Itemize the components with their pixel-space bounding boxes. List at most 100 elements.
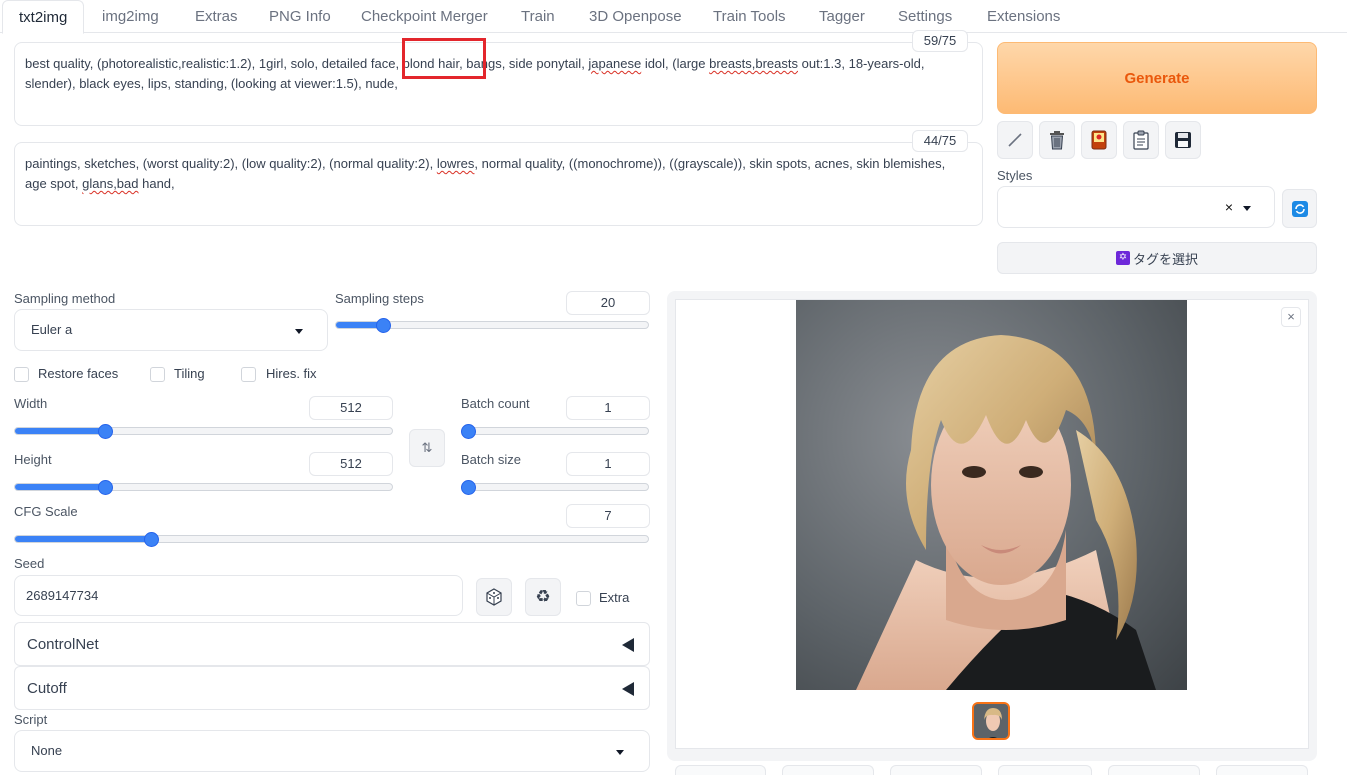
sampling-method-value: Euler a [31, 322, 73, 337]
cfg-scale-input[interactable]: 7 [566, 504, 650, 528]
thumbnail-image [974, 704, 1008, 738]
negative-prompt-textarea[interactable]: paintings, sketches, (worst quality:2), … [14, 142, 983, 226]
save-button[interactable] [782, 765, 874, 775]
hires-fix-checkbox[interactable] [241, 367, 256, 382]
negative-prompt-line-1: paintings, sketches, (worst quality:2), … [25, 156, 946, 171]
restore-faces-checkbox[interactable] [14, 367, 29, 382]
tag-select-label: タグを選択 [1132, 251, 1198, 267]
tab-train[interactable]: Train [521, 0, 555, 33]
slider-thumb[interactable] [144, 532, 160, 547]
read-params-button[interactable] [997, 121, 1033, 159]
batch-count-input[interactable]: 1 [566, 396, 650, 420]
tab-extras[interactable]: Extras [195, 0, 238, 33]
send-to-img2img-button[interactable] [998, 765, 1092, 775]
generated-image[interactable] [796, 300, 1187, 690]
hires-fix-label: Hires. fix [266, 366, 317, 381]
sampling-method-dropdown[interactable]: Euler a [14, 309, 328, 351]
slider-thumb[interactable] [97, 480, 113, 495]
restore-faces-label: Restore faces [38, 366, 119, 381]
slider-track [14, 427, 393, 435]
close-icon: × [1287, 309, 1295, 324]
sampling-steps-input[interactable]: 20 [566, 291, 650, 315]
slider-track [461, 427, 649, 435]
close-gallery-button[interactable]: × [1281, 307, 1301, 327]
chevron-down-icon [295, 329, 303, 334]
script-dropdown[interactable]: None [14, 730, 650, 772]
width-input[interactable]: 512 [309, 396, 393, 420]
refresh-styles-button[interactable] [1282, 189, 1317, 228]
batch-size-slider[interactable] [461, 480, 649, 495]
extra-seed-checkbox[interactable] [576, 591, 591, 606]
height-slider[interactable] [14, 480, 393, 495]
script-label: Script [14, 712, 48, 727]
gallery-thumbnail[interactable] [972, 702, 1010, 740]
diagonal-arrow-icon [1008, 133, 1022, 147]
height-label: Height [14, 452, 52, 467]
tab-settings[interactable]: Settings [898, 0, 952, 33]
tab-extensions[interactable]: Extensions [987, 0, 1060, 33]
controlnet-accordion[interactable]: ControlNet [14, 622, 650, 666]
seed-label: Seed [14, 556, 45, 571]
prompt-line-1: best quality, (photorealistic,realistic:… [25, 56, 925, 71]
tab-checkpoint-merger[interactable]: Checkpoint Merger [361, 0, 488, 33]
cutoff-accordion[interactable]: Cutoff [14, 666, 650, 710]
cfg-scale-slider[interactable] [14, 532, 649, 547]
slider-thumb[interactable] [461, 424, 476, 439]
tab-tagger[interactable]: Tagger [819, 0, 865, 33]
negative-prompt-token-counter: 44/75 [912, 130, 968, 152]
styles-label: Styles [997, 168, 1033, 183]
slider-track [14, 535, 649, 543]
width-slider[interactable] [14, 424, 393, 439]
tab-train-tools[interactable]: Train Tools [713, 0, 786, 33]
refresh-icon [1291, 200, 1308, 217]
sampling-steps-slider[interactable] [335, 318, 649, 333]
clear-prompt-button[interactable] [1039, 121, 1075, 159]
reuse-seed-button[interactable]: ♻ [525, 578, 561, 616]
prompt-textarea[interactable]: best quality, (photorealistic,realistic:… [14, 42, 983, 126]
seed-value: 2689147734 [26, 588, 99, 603]
slider-fill [15, 536, 153, 542]
folder-button[interactable] [675, 765, 766, 775]
send-to-extras-button[interactable] [1216, 765, 1308, 775]
chevron-down-icon [1243, 206, 1251, 211]
seed-input[interactable]: 2689147734 [14, 575, 463, 616]
sampling-steps-label: Sampling steps [335, 291, 424, 306]
clear-icon[interactable]: × [1220, 198, 1238, 216]
tab-3d-openpose[interactable]: 3D Openpose [589, 0, 682, 33]
tab-img2img[interactable]: img2img [102, 0, 159, 33]
tag-select-button[interactable]: ✡ タグを選択 [997, 242, 1317, 274]
swap-dimensions-button[interactable]: ⇅ [409, 429, 445, 467]
save-style-button[interactable] [1165, 121, 1201, 159]
chevron-down-icon [616, 750, 624, 755]
slider-fill [15, 428, 107, 434]
cutoff-title: Cutoff [27, 680, 67, 697]
trash-icon [1050, 131, 1064, 150]
random-seed-button[interactable] [476, 578, 512, 616]
slider-thumb[interactable] [461, 480, 476, 495]
collapse-triangle-icon [622, 682, 634, 696]
extra-seed-label: Extra [599, 590, 630, 605]
swap-arrows-icon: ⇅ [421, 440, 433, 455]
star-icon: ✡ [1115, 251, 1130, 265]
tiling-checkbox[interactable] [150, 367, 165, 382]
batch-size-input[interactable]: 1 [566, 452, 650, 476]
slider-thumb[interactable] [375, 318, 391, 333]
styles-dropdown[interactable]: × [997, 186, 1275, 228]
show-extra-networks-button[interactable] [1081, 121, 1117, 159]
collapse-triangle-icon [622, 638, 634, 652]
sampling-method-label: Sampling method [14, 291, 116, 306]
prompt-token-counter: 59/75 [912, 30, 968, 52]
slider-track [14, 483, 393, 491]
batch-count-slider[interactable] [461, 424, 649, 439]
tab-png-info[interactable]: PNG Info [269, 0, 331, 33]
batch-count-label: Batch count [461, 396, 530, 411]
apply-styles-button[interactable] [1123, 121, 1159, 159]
tab-txt2img[interactable]: txt2img [2, 0, 85, 34]
generate-button[interactable]: Generate [997, 42, 1317, 114]
floppy-disk-icon [1175, 132, 1191, 148]
slider-thumb[interactable] [97, 424, 113, 439]
slider-fill [15, 484, 107, 490]
zip-button[interactable] [890, 765, 982, 775]
height-input[interactable]: 512 [309, 452, 393, 476]
send-to-inpaint-button[interactable] [1108, 765, 1200, 775]
